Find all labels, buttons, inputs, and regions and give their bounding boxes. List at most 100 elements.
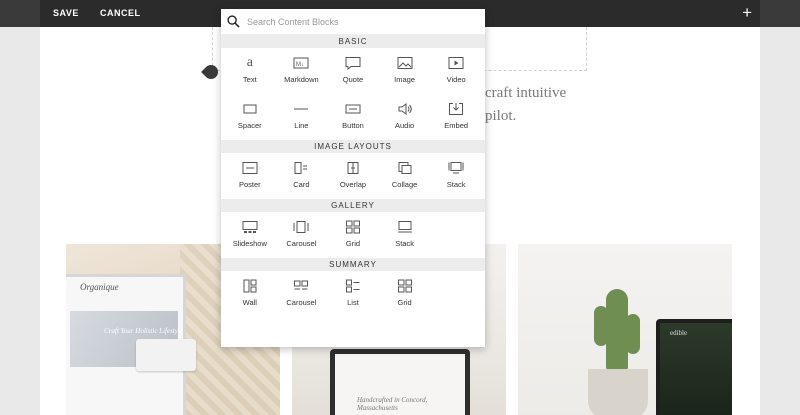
block-markdown[interactable]: M↓ Markdown — [276, 48, 328, 94]
block-image[interactable]: Image — [379, 48, 431, 94]
cactus-arm — [626, 314, 640, 354]
block-label: Text — [242, 75, 257, 84]
cancel-button[interactable]: CANCEL — [100, 8, 141, 18]
tablet-brand: Organique — [80, 282, 119, 292]
section-header-gallery: GALLERY — [221, 199, 485, 212]
card-icon — [294, 162, 308, 174]
section-header-summary: SUMMARY — [221, 258, 485, 271]
image-icon — [397, 57, 413, 69]
plant-pot — [588, 369, 648, 415]
gallery-photo-cactus: edible — [518, 244, 732, 415]
block-label: Stack — [395, 239, 414, 248]
monitor-device: edible — [656, 319, 732, 415]
section-header-image-layouts: IMAGE LAYOUTS — [221, 140, 485, 153]
block-label: Grid — [397, 298, 412, 307]
block-label: Markdown — [284, 75, 319, 84]
summary-grid-icon — [397, 279, 412, 293]
embed-icon — [449, 103, 464, 115]
block-label: Button — [342, 121, 364, 130]
poster-icon — [242, 162, 258, 174]
block-summary-carousel[interactable]: Carousel — [276, 271, 328, 317]
block-collage[interactable]: Collage — [379, 153, 431, 199]
block-label: Image — [394, 75, 415, 84]
section-grid-gallery: Slideshow Carousel Grid Stack — [221, 212, 485, 258]
block-label: Carousel — [286, 239, 317, 248]
block-quote[interactable]: Quote — [327, 48, 379, 94]
block-label: Video — [446, 75, 466, 84]
block-label: Spacer — [237, 121, 262, 130]
save-button[interactable]: SAVE — [53, 8, 79, 18]
line-icon — [294, 108, 309, 110]
toolbar-right-shade — [760, 0, 800, 27]
search-bar — [221, 9, 485, 35]
button-icon — [345, 104, 361, 114]
block-gallery-carousel[interactable]: Carousel — [276, 212, 328, 258]
block-label: Collage — [391, 180, 418, 189]
add-block-button[interactable]: + — [742, 3, 752, 23]
section-header-basic: BASIC — [221, 35, 485, 48]
block-label: List — [347, 298, 359, 307]
block-gallery-grid[interactable]: Grid — [327, 212, 379, 258]
content-blocks-menu: BASIC a Text M↓ Markdown Quote Image Vid… — [221, 9, 485, 347]
slideshow-icon — [242, 221, 258, 233]
block-slideshow[interactable]: Slideshow — [224, 212, 276, 258]
block-label: Poster — [238, 180, 261, 189]
video-icon — [448, 57, 464, 69]
block-label: Line — [294, 121, 309, 130]
block-summary-grid[interactable]: Grid — [379, 271, 431, 317]
block-poster[interactable]: Poster — [224, 153, 276, 199]
block-card[interactable]: Card — [276, 153, 328, 199]
overlap-icon — [347, 162, 359, 174]
block-button[interactable]: Button — [327, 94, 379, 140]
wall-icon — [243, 279, 257, 293]
cactus — [606, 289, 628, 371]
block-label: Slideshow — [232, 239, 267, 248]
block-label: Carousel — [286, 298, 317, 307]
text-icon: a — [246, 55, 253, 70]
block-label: Audio — [394, 121, 415, 130]
monitor-brand: edible — [670, 329, 688, 337]
block-summary-list[interactable]: List — [327, 271, 379, 317]
block-spacer[interactable]: Spacer — [224, 94, 276, 140]
laptop-text: Handcrafted in Concord, Massachusetts — [357, 396, 428, 412]
block-audio[interactable]: Audio — [379, 94, 431, 140]
tablet-tagline: Craft Your Holistic Lifestyle — [104, 327, 183, 335]
block-label: Stack — [446, 180, 466, 189]
search-icon — [227, 15, 240, 28]
block-label: Quote — [342, 75, 364, 84]
block-label: Wall — [242, 298, 257, 307]
cactus-arm — [594, 306, 608, 346]
audio-icon — [398, 103, 412, 115]
section-grid-summary: Wall Carousel List Grid — [221, 271, 485, 317]
block-label: Card — [293, 180, 310, 189]
block-video[interactable]: Video — [430, 48, 482, 94]
search-input[interactable] — [247, 14, 477, 30]
monitor-screen: edible — [660, 323, 732, 415]
list-icon — [345, 279, 360, 293]
laptop-device: Handcrafted in Concord, Massachusetts — [330, 349, 470, 415]
block-text[interactable]: a Text — [224, 48, 276, 94]
block-label: Embed — [444, 121, 469, 130]
collage-icon — [398, 162, 412, 174]
block-embed[interactable]: Embed — [430, 94, 482, 140]
grid-icon — [345, 220, 360, 234]
section-grid-basic: a Text M↓ Markdown Quote Image Video Spa… — [221, 48, 485, 140]
laptop-screen: Handcrafted in Concord, Massachusetts — [335, 354, 465, 415]
block-label: Grid — [345, 239, 361, 248]
block-line[interactable]: Line — [276, 94, 328, 140]
body-text-line: pilot. — [485, 108, 517, 124]
block-wall[interactable]: Wall — [224, 271, 276, 317]
section-grid-image-layouts: Poster Card Overlap Collage Stack — [221, 153, 485, 199]
spacer-icon — [243, 104, 257, 114]
gallery-stack-icon — [397, 221, 412, 233]
block-gallery-stack[interactable]: Stack — [379, 212, 431, 258]
keyboard — [136, 339, 196, 371]
block-overlap[interactable]: Overlap — [327, 153, 379, 199]
block-label: Overlap — [339, 180, 367, 189]
markdown-icon: M↓ — [293, 57, 309, 69]
block-stack[interactable]: Stack — [430, 153, 482, 199]
toolbar-left-shade — [0, 0, 40, 27]
carousel-icon — [293, 221, 309, 233]
svg-text:M↓: M↓ — [296, 62, 304, 68]
stack-icon — [448, 162, 464, 174]
